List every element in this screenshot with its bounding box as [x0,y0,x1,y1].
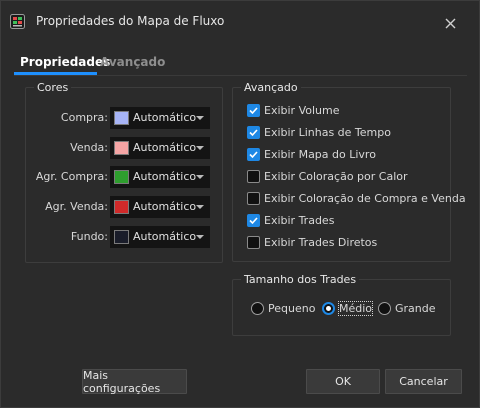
option-label: Exibir Volume [264,104,340,117]
checkbox-checked[interactable] [247,126,260,139]
option-label: Exibir Coloração por Calor [264,170,408,183]
color-row-fundo: Fundo: Automático [2,226,212,248]
dialog-window: Propriedades do Mapa de Fluxo Propriedad… [0,0,480,408]
radio-label: Pequeno [268,302,316,315]
color-row-agr-compra: Agr. Compra: Automático [2,166,212,188]
select-value: Automático [133,230,197,243]
checkbox-unchecked[interactable] [247,236,260,249]
chevron-down-icon [196,116,204,120]
select-value: Automático [133,141,197,154]
cores-group-label: Cores [34,81,72,94]
select-value: Automático [133,170,197,183]
tamanho-trades-group: Tamanho dos Trades Pequeno Médio Grande [232,273,451,336]
option-label: Exibir Trades Diretos [264,236,378,249]
color-swatch [114,230,129,244]
color-label: Agr. Compra: [35,170,108,183]
avancado-group-label: Avançado [241,81,301,94]
ok-button[interactable]: OK [306,369,380,394]
close-icon [445,18,455,28]
title-bar: Propriedades do Mapa de Fluxo [1,1,479,43]
option-label: Exibir Coloração de Compra e Venda [264,192,466,205]
color-row-agr-venda: Agr. Venda: Automático [2,196,212,218]
color-swatch [114,200,129,214]
option-label: Exibir Mapa do Livro [264,148,376,161]
radio-label: Grande [395,302,436,315]
color-label: Venda: [70,141,108,154]
color-select-agr-venda[interactable]: Automático [110,196,210,218]
cores-group: Cores Compra: Automático Venda: Automáti… [25,81,223,263]
chevron-down-icon [196,235,204,239]
color-swatch [114,170,129,184]
check-icon [249,129,258,137]
chevron-down-icon [196,205,204,209]
checkbox-checked[interactable] [247,148,260,161]
radio-button-selected[interactable] [322,302,335,315]
select-value: Automático [133,111,197,124]
color-row-compra: Compra: Automático [2,107,212,129]
chevron-down-icon [196,175,204,179]
select-value: Automático [133,200,197,213]
close-button[interactable] [441,14,459,32]
color-row-venda: Venda: Automático [2,137,212,159]
option-label: Exibir Trades [264,214,335,227]
radio-button[interactable] [251,302,264,315]
tab-divider [14,75,467,76]
color-select-venda[interactable]: Automático [110,137,210,159]
color-swatch [114,111,129,125]
radio-button[interactable] [378,302,391,315]
color-select-compra[interactable]: Automático [110,107,210,129]
checkbox-checked[interactable] [247,214,260,227]
option-label: Exibir Linhas de Tempo [264,126,391,139]
chevron-down-icon [196,146,204,150]
color-select-fundo[interactable]: Automático [110,226,210,248]
color-label: Agr. Venda: [45,200,108,213]
cancel-button[interactable]: Cancelar [385,369,462,394]
app-icon [10,14,25,29]
color-swatch [114,141,129,155]
checkbox-unchecked[interactable] [247,192,260,205]
check-icon [249,217,258,225]
color-label: Fundo: [70,230,108,243]
avancado-group: Avançado Exibir Volume Exibir Linhas de … [232,81,466,262]
checkbox-unchecked[interactable] [247,170,260,183]
tamanho-trades-group-label: Tamanho dos Trades [241,273,360,286]
check-icon [249,107,258,115]
check-icon [249,151,258,159]
checkbox-checked[interactable] [247,104,260,117]
radio-label: Médio [337,301,374,316]
color-label: Compra: [60,111,108,124]
tab-propriedades[interactable]: Propriedades [20,55,110,69]
tab-avancado[interactable]: Avançado [100,55,165,69]
more-settings-button[interactable]: Mais configurações [82,369,187,395]
window-title: Propriedades do Mapa de Fluxo [36,14,225,28]
color-select-agr-compra[interactable]: Automático [110,166,210,188]
